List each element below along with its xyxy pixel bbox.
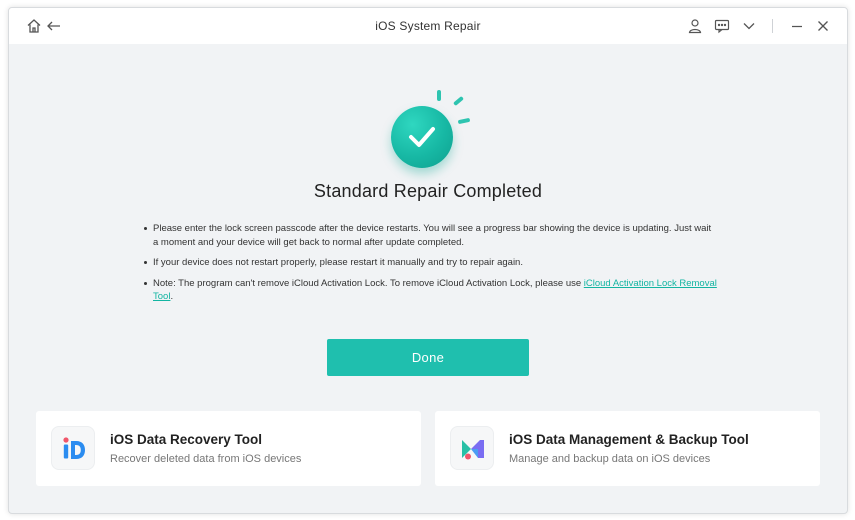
feedback-icon[interactable] (713, 17, 731, 35)
tool-subtitle: Manage and backup data on iOS devices (509, 453, 711, 465)
completion-heading: Standard Repair Completed (313, 181, 543, 201)
tool-title: iOS Data Recovery Tool (110, 432, 263, 447)
data-management-icon (450, 426, 494, 470)
app-window: iOS System Repair Standard Repair Comple… (8, 7, 848, 514)
note-item: If your device does not restart properly… (144, 256, 719, 270)
data-management-tool-card[interactable]: iOS Data Management & Backup Tool Manage… (435, 411, 820, 486)
account-icon[interactable] (686, 17, 704, 35)
note-text: Note: The program can't remove iCloud Ac… (153, 277, 584, 289)
tool-subtitle: Recover deleted data from iOS devices (110, 453, 302, 465)
titlebar-divider (772, 19, 773, 33)
note-suffix: . (170, 291, 174, 302)
done-button[interactable]: Done (327, 339, 529, 376)
success-check-icon (379, 86, 479, 186)
data-recovery-tool-card[interactable]: iOS Data Recovery Tool Recover deleted d… (36, 411, 421, 486)
title-bar: iOS System Repair (9, 8, 847, 44)
data-recovery-icon (51, 426, 95, 470)
chevron-down-icon[interactable] (740, 17, 758, 35)
minimize-icon[interactable] (788, 17, 806, 35)
instruction-notes: Please enter the lock screen passcode af… (144, 222, 719, 311)
bullet-icon (144, 227, 147, 230)
bullet-icon (144, 261, 147, 264)
bullet-icon (144, 281, 147, 285)
close-icon[interactable] (814, 17, 832, 35)
sparkle-ray (453, 95, 464, 107)
sparkle-ray (457, 117, 471, 125)
sparkle-ray (437, 90, 441, 101)
note-text: Please enter the lock screen passcode af… (153, 223, 712, 248)
note-item: Please enter the lock screen passcode af… (144, 222, 719, 249)
note-text: If your device does not restart properly… (153, 257, 523, 268)
check-circle (391, 106, 453, 168)
tool-title: iOS Data Management & Backup Tool (509, 432, 749, 447)
note-item: Note: The program can't remove iCloud Ac… (144, 277, 719, 304)
